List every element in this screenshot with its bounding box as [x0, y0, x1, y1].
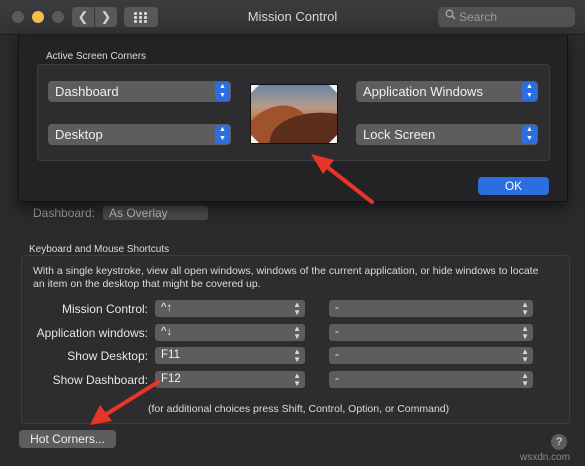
chevron-updown-icon: ▲ ▼: [521, 371, 529, 388]
shortcuts-note: (for additional choices press Shift, Con…: [148, 403, 450, 415]
chevron-updown-icon: ▲ ▼: [215, 125, 230, 144]
chevron-updown-icon: ▲ ▼: [521, 300, 529, 317]
mission-control-label: Mission Control:: [61, 302, 148, 316]
shortcuts-description: With a single keystroke, view all open w…: [33, 265, 539, 290]
corner-indicator-icon: [329, 135, 337, 143]
desktop-preview-image: [250, 84, 338, 144]
show-dashboard-key-value: F12: [161, 373, 181, 385]
dashboard-select-value: As Overlay: [109, 206, 168, 220]
show-desktop-mouse-select[interactable]: - ▲ ▼: [329, 347, 533, 364]
corner-bottom-left-select[interactable]: Desktop ▲ ▼: [48, 124, 231, 145]
search-input[interactable]: Search: [438, 7, 575, 27]
dashboard-label: Dashboard:: [33, 206, 96, 220]
corner-indicator-icon: [329, 85, 337, 93]
show-dashboard-label: Show Dashboard:: [52, 373, 148, 387]
application-windows-mouse-value: -: [335, 326, 339, 338]
watermark-text: wsxdn.com: [520, 452, 571, 463]
application-windows-key-value: ^↓: [161, 326, 173, 338]
show-dashboard-mouse-select[interactable]: - ▲ ▼: [329, 371, 533, 388]
show-desktop-label: Show Desktop:: [67, 349, 148, 363]
show-desktop-mouse-value: -: [335, 349, 339, 361]
chevron-updown-icon: ▲ ▼: [215, 82, 230, 101]
corner-top-left-select[interactable]: Dashboard ▲ ▼: [48, 81, 231, 102]
ok-button[interactable]: OK: [478, 177, 549, 195]
search-icon: [445, 9, 456, 20]
show-dashboard-key-select[interactable]: F12 ▲ ▼: [155, 371, 305, 388]
corner-top-right-value: Application Windows: [363, 84, 483, 99]
corner-bottom-right-select[interactable]: Lock Screen ▲ ▼: [356, 124, 538, 145]
show-desktop-key-select[interactable]: F11 ▲ ▼: [155, 347, 305, 364]
chevron-updown-icon: ▲ ▼: [522, 125, 537, 144]
corner-bottom-left-value: Desktop: [55, 127, 103, 142]
chevron-updown-icon: ▲ ▼: [293, 371, 301, 388]
dashboard-select[interactable]: As Overlay: [103, 206, 208, 220]
chevron-updown-icon: ▲ ▼: [293, 300, 301, 317]
corner-indicator-icon: [251, 135, 259, 143]
mission-control-key-select[interactable]: ^↑ ▲ ▼: [155, 300, 305, 317]
mission-control-mouse-value: -: [335, 302, 339, 314]
chevron-updown-icon: ▲ ▼: [521, 324, 529, 341]
hot-corners-button[interactable]: Hot Corners...: [19, 430, 116, 448]
chevron-updown-icon: ▲ ▼: [522, 82, 537, 101]
corner-indicator-icon: [251, 85, 259, 93]
corner-top-left-value: Dashboard: [55, 84, 119, 99]
chevron-updown-icon: ▲ ▼: [293, 324, 301, 341]
corner-top-right-select[interactable]: Application Windows ▲ ▼: [356, 81, 538, 102]
active-screen-corners-label: Active Screen Corners: [46, 51, 147, 62]
corner-bottom-right-value: Lock Screen: [363, 127, 436, 142]
search-placeholder: Search: [459, 10, 498, 24]
chevron-updown-icon: ▲ ▼: [521, 347, 529, 364]
application-windows-key-select[interactable]: ^↓ ▲ ▼: [155, 324, 305, 341]
show-desktop-key-value: F11: [161, 349, 180, 361]
mission-control-mouse-select[interactable]: - ▲ ▼: [329, 300, 533, 317]
shortcuts-group-label: Keyboard and Mouse Shortcuts: [29, 244, 170, 255]
mission-control-key-value: ^↑: [161, 302, 173, 314]
title-bar: ❮ ❯ Mission Control Search: [0, 0, 585, 35]
chevron-updown-icon: ▲ ▼: [293, 347, 301, 364]
application-windows-label: Application windows:: [36, 326, 148, 340]
application-windows-mouse-select[interactable]: - ▲ ▼: [329, 324, 533, 341]
show-dashboard-mouse-value: -: [335, 373, 339, 385]
help-button[interactable]: ?: [551, 434, 567, 450]
